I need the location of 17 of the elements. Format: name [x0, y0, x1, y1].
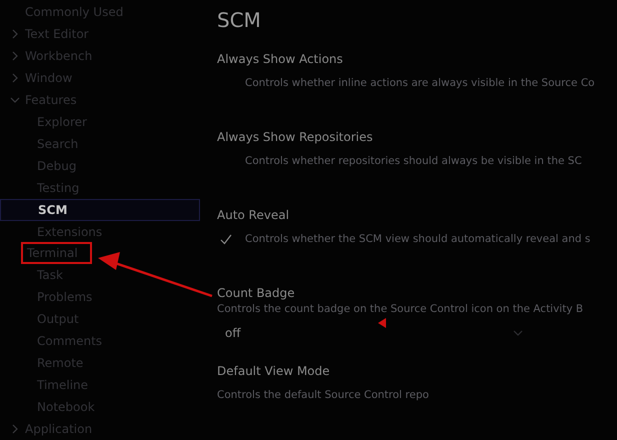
select-dropdown[interactable]: off: [217, 324, 527, 342]
section-title: SCM: [217, 8, 262, 32]
setting-title: Always Show Repositories: [217, 130, 374, 146]
setting-title: Auto Reveal: [217, 208, 290, 224]
setting-description: Controls the count badge on the Source Control icon on the Activity B: [217, 302, 584, 315]
selected-tree-item[interactable]: SCM: [0, 198, 200, 221]
checkbox[interactable]: [219, 232, 233, 246]
setting-description: Controls whether the SCM view should automatically reveal and s: [245, 233, 590, 245]
arrow-tail-marker: [378, 318, 386, 328]
setting-title: Default View Mode: [217, 364, 331, 380]
setting-title: Always Show Actions: [217, 52, 344, 68]
setting-title: Count Badge: [217, 286, 296, 301]
setting-description: Controls the default Source Control repo: [217, 389, 429, 401]
tree-item-label: SCM: [38, 202, 68, 217]
setting-description: Controls whether inline actions are always visible in the Source Co: [245, 77, 595, 89]
chevron-icon: [513, 329, 523, 338]
setting-description: Controls whether repositories should always be visible in the SC: [245, 155, 582, 167]
